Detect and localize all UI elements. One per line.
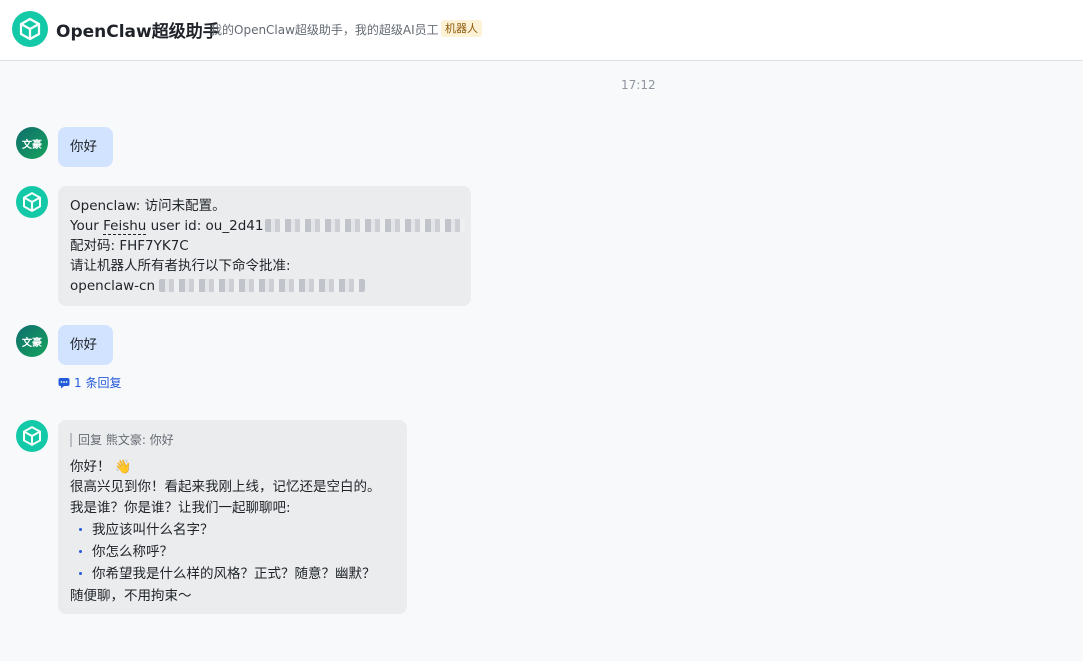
message-line: 很高兴见到你！看起来我刚上线，记忆还是空白的。 xyxy=(70,479,381,495)
waving-hand-icon: 👋 xyxy=(114,459,132,475)
message-line: 随便聊，不用拘束～ xyxy=(70,588,192,604)
greeting-line: 你好！ 👋 xyxy=(70,457,395,477)
text-segment: user id: ou_2d41 xyxy=(146,218,264,234)
message-line: 请让机器人所有者执行以下命令批准: xyxy=(70,258,291,274)
bot-reply-bubble[interactable]: 回复 熊文豪: 你好 你好！ 👋 很高兴见到你！看起来我刚上线，记忆还是空白的。… xyxy=(58,420,407,614)
bullet-item: 你希望我是什么样的风格？正式？随意？幽默？ xyxy=(70,563,395,585)
bot-badge: 机器人 xyxy=(441,20,482,37)
text-segment: openclaw-cn xyxy=(70,278,160,294)
text-segment: Your xyxy=(70,218,104,234)
thread-reply-link[interactable]: 1 条回复 xyxy=(58,374,121,391)
message-line: 我是谁？你是谁？让我们一起聊聊吧: xyxy=(70,500,291,516)
bot-avatar-icon xyxy=(16,420,48,452)
user-avatar[interactable]: 文豪 xyxy=(16,325,48,357)
bot-avatar[interactable] xyxy=(16,186,48,218)
message-line: 配对码: FHF7YK7C xyxy=(70,238,189,254)
reply-quote[interactable]: 回复 熊文豪: 你好 xyxy=(70,433,395,447)
chat-title[interactable]: OpenClaw超级助手 xyxy=(56,17,220,42)
bullet-item: 我应该叫什么名字？ xyxy=(70,519,395,541)
chat-header: OpenClaw超级助手 我的OpenClaw超级助手，我的超级AI员工 机器人 xyxy=(0,0,1083,61)
bot-logo-icon[interactable] xyxy=(12,11,48,47)
time-separator: 17:12 xyxy=(621,78,656,92)
message-line: Openclaw: 访问未配置。 xyxy=(70,198,226,214)
user-avatar[interactable]: 文豪 xyxy=(16,127,48,159)
redacted-user-id xyxy=(265,219,466,232)
bot-avatar-icon xyxy=(16,186,48,218)
feishu-link[interactable]: Feishu xyxy=(103,218,147,235)
redacted-command xyxy=(159,279,366,292)
bot-message-bubble[interactable]: Openclaw: 访问未配置。 Your Feishu user id: ou… xyxy=(58,186,471,306)
message-text: 你好 xyxy=(70,337,97,353)
user-message-bubble[interactable]: 你好 xyxy=(58,127,113,167)
chat-bubble-icon xyxy=(58,377,70,388)
chat-description: 我的OpenClaw超级助手，我的超级AI员工 xyxy=(210,23,439,37)
bullet-item: 你怎么称呼？ xyxy=(70,541,395,563)
bot-avatar[interactable] xyxy=(16,420,48,452)
message-line-command: openclaw-cn xyxy=(70,276,459,296)
greeting-text: 你好！ xyxy=(70,459,111,475)
reply-count-label: 1 条回复 xyxy=(74,376,122,390)
message-line-user-id: Your Feishu user id: ou_2d41 xyxy=(70,216,466,236)
user-message-bubble[interactable]: 你好 xyxy=(58,325,113,365)
message-text: 你好 xyxy=(70,139,97,155)
